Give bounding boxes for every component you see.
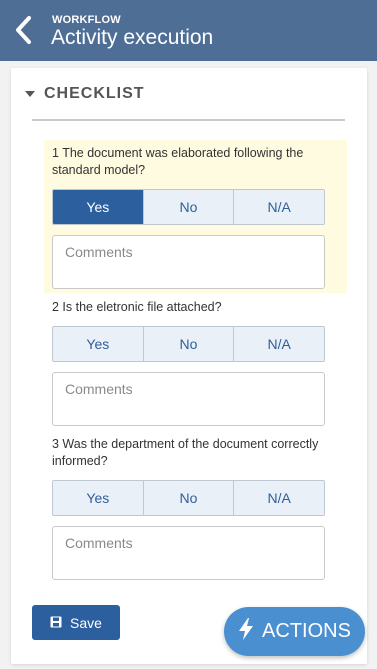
question-1-answer-group: Yes No N/A <box>52 189 325 225</box>
question-1-yes-option[interactable]: Yes <box>53 190 144 224</box>
save-button-label: Save <box>70 614 102 631</box>
question-2-text: 2 Is the eletronic file attached? <box>52 300 222 314</box>
question-1-comments-field[interactable] <box>52 235 325 289</box>
question-3-comments-field[interactable] <box>52 526 325 580</box>
question-1-text: 1 The document was elaborated following … <box>52 146 304 177</box>
save-button[interactable]: Save <box>32 605 120 640</box>
actions-button[interactable]: ACTIONS <box>224 607 365 656</box>
top-bar: WORKFLOW Activity execution <box>0 0 377 61</box>
question-3-na-option[interactable]: N/A <box>234 481 324 515</box>
question-3-answer-group: Yes No N/A <box>52 480 325 516</box>
question-1-no-option[interactable]: No <box>143 190 235 224</box>
divider <box>32 119 345 121</box>
question-2-na-option[interactable]: N/A <box>234 327 324 361</box>
caret-down-icon <box>25 91 35 97</box>
floppy-disk-icon <box>50 615 62 631</box>
lightning-bolt-icon <box>238 617 254 646</box>
question-2-comments-field[interactable] <box>52 372 325 426</box>
question-3-text: 3 Was the department of the document cor… <box>52 437 319 468</box>
question-2-answer-group: Yes No N/A <box>52 326 325 362</box>
question-2-yes-option[interactable]: Yes <box>53 327 144 361</box>
chevron-left-icon <box>16 16 31 44</box>
question-2-no-option[interactable]: No <box>143 327 235 361</box>
question-3-yes-option[interactable]: Yes <box>53 481 144 515</box>
question-1-na-option[interactable]: N/A <box>234 190 324 224</box>
page-title: Activity execution <box>51 26 214 49</box>
checklist-section-toggle[interactable]: CHECKLIST <box>25 84 145 104</box>
back-button[interactable] <box>12 15 36 45</box>
actions-button-label: ACTIONS <box>262 620 351 642</box>
question-3-no-option[interactable]: No <box>143 481 235 515</box>
section-title: CHECKLIST <box>44 85 145 102</box>
